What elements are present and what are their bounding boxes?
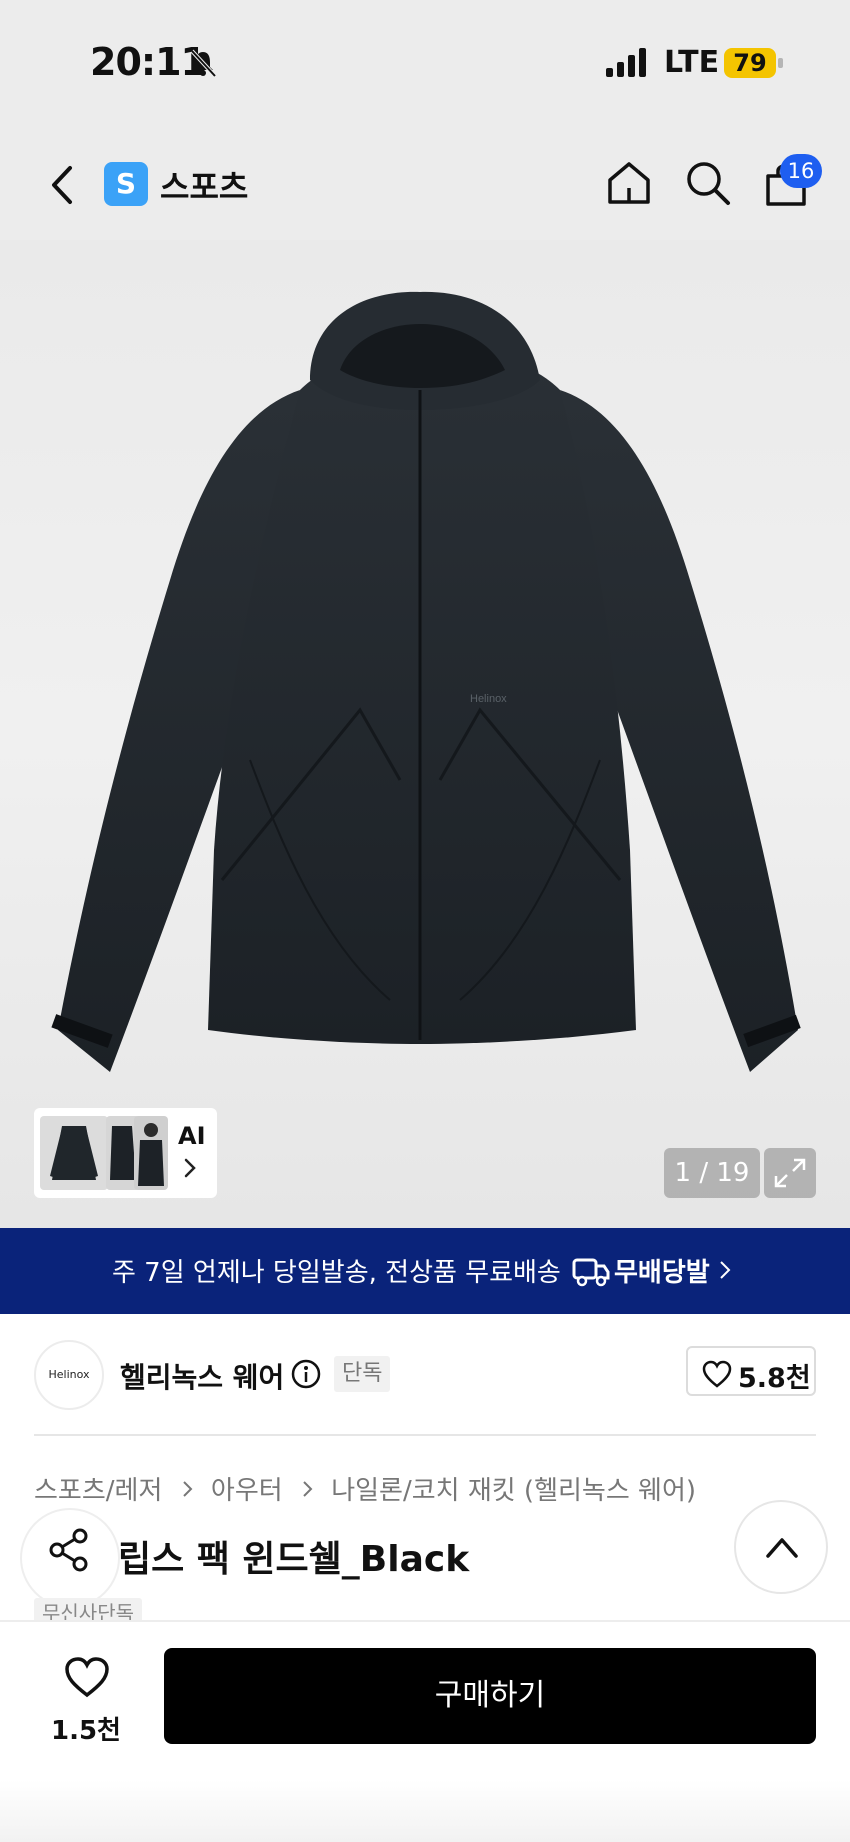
chevron-right-icon: [720, 1261, 731, 1279]
brand-logo[interactable]: Helinox: [34, 1340, 104, 1410]
back-button[interactable]: [40, 160, 84, 210]
home-icon[interactable]: [606, 158, 652, 208]
jacket-print: Helinox: [470, 693, 507, 705]
brand-like-count: 5.8천: [738, 1363, 811, 1394]
chevron-right-icon: [182, 1480, 193, 1497]
thumbnail-1[interactable]: [40, 1116, 108, 1190]
divider: [34, 1434, 816, 1436]
info-icon[interactable]: [290, 1358, 322, 1390]
battery-nub: [778, 58, 783, 68]
thumbnail-model-icon: [138, 1123, 164, 1186]
breadcrumb-item[interactable]: 나일론/코치 재킷 (헬리녹스 웨어): [331, 1476, 696, 1506]
buy-button[interactable]: 구매하기: [164, 1648, 816, 1744]
signal-icon: [606, 48, 646, 77]
breadcrumb-item[interactable]: 스포츠/레저: [34, 1476, 162, 1506]
scroll-top-button[interactable]: [734, 1500, 828, 1594]
share-icon[interactable]: [48, 1528, 90, 1572]
expand-icon[interactable]: [764, 1148, 816, 1198]
product-title-text: 립스 팩 윈드쉘_Black: [118, 1539, 470, 1580]
brand-name[interactable]: 헬리녹스 웨어: [120, 1356, 284, 1396]
promo-text: 주 7일 언제나 당일발송, 전상품 무료배송: [112, 1258, 561, 1288]
network-type: LTE: [664, 45, 720, 80]
search-icon[interactable]: [684, 158, 732, 208]
home-indicator-area: [0, 1780, 850, 1842]
chevron-right-icon: [303, 1480, 313, 1497]
breadcrumb-item[interactable]: 아우터: [211, 1476, 283, 1506]
ai-label[interactable]: AI: [178, 1122, 206, 1150]
chevron-right-icon[interactable]: [182, 1156, 198, 1180]
product-image[interactable]: Helinox: [0, 240, 850, 1228]
thumbnail-3[interactable]: [134, 1116, 168, 1190]
thumbnail-strip[interactable]: AI: [34, 1108, 217, 1198]
cart-count-badge: 16: [780, 154, 822, 188]
nav-bar: S 스포츠 16: [0, 140, 850, 230]
wishlist-count: 1.5천: [51, 1716, 121, 1746]
store-logo[interactable]: S: [104, 162, 148, 206]
truck-icon: [572, 1258, 610, 1287]
brand-like-button[interactable]: 5.8천: [686, 1346, 816, 1396]
store-name[interactable]: 스포츠: [160, 162, 248, 208]
battery-indicator: 79: [724, 48, 784, 78]
breadcrumb: 스포츠/레저 아우터 나일론/코치 재킷 (헬리녹스 웨어): [34, 1470, 696, 1506]
jacket-image: Helinox: [51, 291, 801, 1072]
bell-off-icon: [190, 49, 217, 78]
promo-banner[interactable]: 주 7일 언제나 당일발송, 전상품 무료배송 무배당발: [0, 1228, 850, 1314]
heart-icon: [702, 1360, 732, 1388]
thumbnail-jacket-icon: [50, 1126, 98, 1180]
battery-level: 79: [724, 48, 776, 78]
chevron-up-icon: [766, 1538, 798, 1558]
image-counter: 1 / 19: [664, 1148, 760, 1198]
heart-icon: [65, 1657, 109, 1698]
brand-row: Helinox 헬리녹스 웨어 단독 5.8천: [0, 1314, 850, 1434]
status-bar: 20:11 LTE 79: [0, 0, 850, 120]
promo-brand: 무배당발: [614, 1258, 710, 1288]
exclusive-tag: 단독: [334, 1356, 391, 1392]
wishlist-button[interactable]: 1.5천: [34, 1652, 138, 1752]
